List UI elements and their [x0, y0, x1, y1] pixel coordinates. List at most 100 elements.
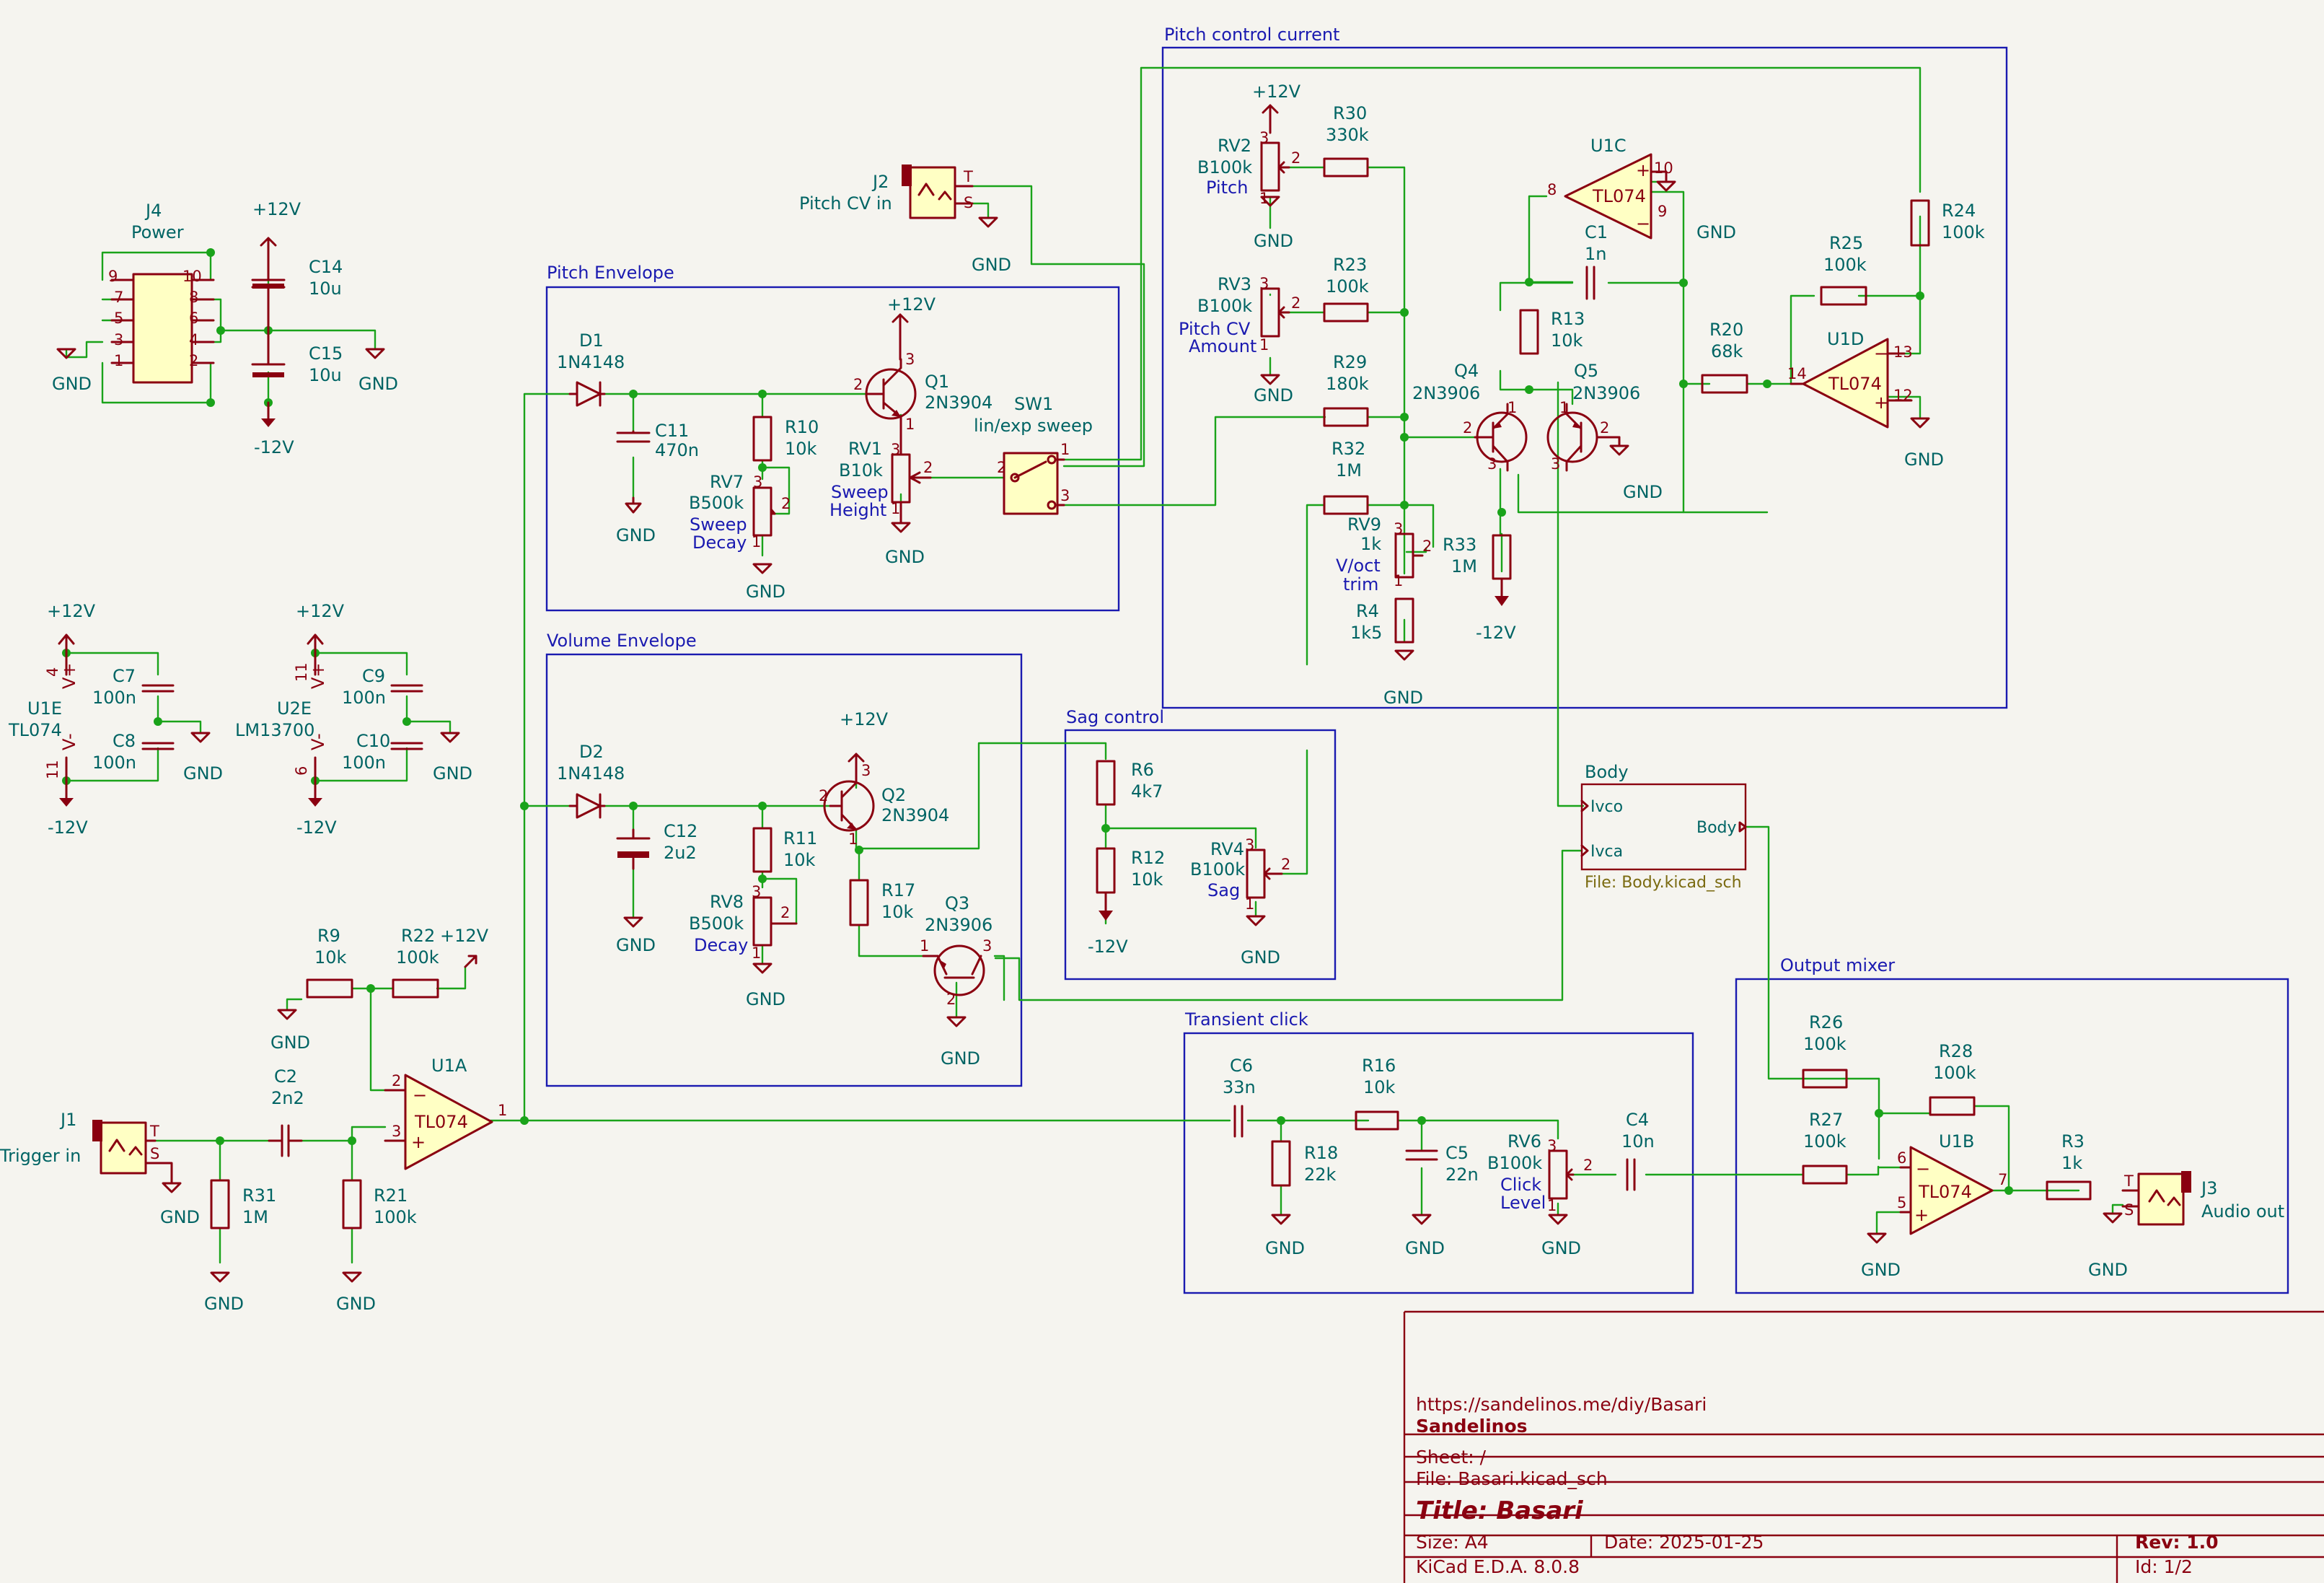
title-id: Id: 1/2	[2135, 1556, 2193, 1577]
u1e-pin11: 11	[44, 760, 61, 779]
j4-pin-1: 1	[114, 352, 123, 369]
r24-resistor: R24 100k	[1910, 199, 1985, 247]
body-subsheet[interactable]: Body File: Body.kicad_sch Ivco Ivca Body	[1580, 762, 1747, 892]
rv9-value: 1k	[1360, 534, 1381, 554]
r32-value: 1M	[1336, 460, 1362, 481]
q2-transistor: 2 3 1 +12V Q2 2N3904	[819, 709, 949, 848]
r4-ref: R4	[1356, 601, 1379, 621]
svg-text:1: 1	[752, 533, 761, 551]
rv6-ref: RV6	[1507, 1131, 1541, 1152]
svg-text:2: 2	[1281, 856, 1290, 873]
svg-text:14: 14	[1787, 365, 1807, 382]
r32-ref: R32	[1332, 439, 1365, 459]
svg-text:1: 1	[891, 500, 900, 517]
r23-ref: R23	[1333, 255, 1367, 275]
u1c-ref: U1C	[1590, 136, 1627, 156]
title-url: https://sandelinos.me/diy/Basari	[1416, 1394, 1707, 1415]
q2-value: 2N3904	[881, 805, 949, 825]
u2e-power-unit: +12V -12V 11 V+ V- 6 U2E LM13700 C9 100n…	[235, 601, 472, 838]
d2-ref: D2	[579, 742, 604, 762]
title-tool: KiCad E.D.A. 8.0.8	[1416, 1556, 1580, 1577]
c5-gnd: GND	[1405, 1238, 1445, 1258]
r16-value: 10k	[1363, 1077, 1396, 1097]
rv8-label: Decay	[694, 935, 748, 955]
c1-value: 1n	[1585, 244, 1606, 264]
power-plus12-label: +12V	[252, 199, 301, 219]
c14-value: 10u	[309, 279, 342, 299]
svg-text:3: 3	[1487, 455, 1497, 473]
svg-text:12: 12	[1893, 387, 1913, 404]
r24-value: 100k	[1942, 222, 1985, 242]
body-sheet-name: Body	[1585, 762, 1629, 782]
rv4-value: B100k	[1190, 859, 1245, 880]
svg-text:+: +	[1874, 393, 1888, 413]
rv1-label-1: Sweep	[831, 482, 889, 502]
j4-pin-5: 5	[114, 310, 123, 327]
c5-ref: C5	[1445, 1143, 1469, 1163]
svg-text:S: S	[964, 194, 973, 211]
svg-text:3: 3	[1547, 1137, 1557, 1154]
r31-gnd: GND	[204, 1294, 244, 1314]
j4-gnd-left: GND	[52, 374, 92, 394]
c6-capacitor: C6 33n	[1223, 1056, 1256, 1138]
r17-resistor: R17 10k	[849, 879, 915, 926]
svg-text:2: 2	[1291, 294, 1300, 312]
j4-pin-3: 3	[114, 331, 123, 348]
u2e-ref: U2E	[277, 698, 312, 719]
r33-minus12: -12V	[1476, 623, 1516, 643]
svg-text:1: 1	[1547, 1197, 1557, 1214]
sheet-title-transient-click: Transient click	[1184, 1009, 1308, 1030]
u1a-value: TL074	[414, 1112, 468, 1132]
title-file: File: Basari.kicad_sch	[1416, 1468, 1608, 1489]
svg-text:3: 3	[1259, 129, 1269, 146]
rv4-ref: RV4	[1210, 839, 1244, 859]
rv2-plus12: +12V	[1252, 82, 1301, 102]
svg-text:3: 3	[752, 883, 761, 900]
q4-value: 2N3906	[1412, 383, 1480, 403]
svg-text:2: 2	[1291, 149, 1300, 167]
svg-text:1: 1	[1507, 399, 1517, 416]
j3-gnd: GND	[2088, 1260, 2128, 1280]
q1-ref: Q1	[925, 372, 949, 392]
r30-value: 330k	[1326, 125, 1369, 145]
r28-resistor: R28 100k	[1929, 1041, 1976, 1116]
svg-text:S: S	[150, 1145, 159, 1162]
rv8-ref: RV8	[710, 892, 744, 912]
d1-value: 1N4148	[557, 352, 625, 372]
svg-text:3: 3	[753, 473, 762, 491]
sheet-title-output-mixer: Output mixer	[1780, 955, 1895, 975]
c8-ref: C8	[113, 731, 136, 751]
r6-resistor: R6 4k7	[1096, 760, 1163, 806]
svg-text:1: 1	[1259, 336, 1269, 354]
svg-text:2: 2	[1600, 419, 1609, 437]
svg-text:2: 2	[1583, 1157, 1593, 1174]
power-minus12-label: -12V	[254, 437, 294, 457]
svg-text:1: 1	[905, 416, 915, 433]
r22-plus12: +12V	[440, 926, 489, 946]
rv1-potentiometer: 3 2 1 RV1 B10k Sweep Height GND	[829, 432, 933, 567]
j4-pin-10: 10	[182, 268, 202, 285]
rv1-gnd: GND	[885, 547, 925, 567]
rv7-value: B500k	[689, 493, 744, 513]
u1e-power-unit: +12V -12V 4 V+ V- 11 U1E TL074 C7 100n C…	[8, 601, 223, 838]
svg-text:3: 3	[1245, 836, 1254, 854]
u1e-ref: U1E	[27, 698, 62, 719]
svg-text:3: 3	[1394, 520, 1403, 538]
rv7-gnd: GND	[746, 582, 785, 602]
c4-value: 10n	[1621, 1131, 1655, 1152]
j2-pitch-cv-jack: T S J2 Pitch CV in GND	[799, 165, 1011, 275]
r20-ref: R20	[1709, 320, 1743, 340]
svg-text:7: 7	[1998, 1171, 2007, 1188]
rv1-label-2: Height	[829, 500, 886, 520]
sw1-ref: SW1	[1014, 394, 1053, 414]
svg-text:−: −	[1916, 1159, 1930, 1179]
title-rev: Rev: 1.0	[2135, 1532, 2219, 1553]
r4-resistor: R4 1k5 GND	[1350, 597, 1423, 708]
d1-ref: D1	[579, 330, 604, 351]
sheet-frame-pitch-envelope	[545, 286, 1120, 612]
r29-value: 180k	[1326, 374, 1369, 394]
j1-value: Trigger in	[0, 1146, 81, 1166]
body-pin-ivco: Ivco	[1590, 798, 1623, 816]
rv9-label-2: trim	[1343, 574, 1378, 595]
title-title: Title: Basari	[1416, 1496, 1584, 1525]
